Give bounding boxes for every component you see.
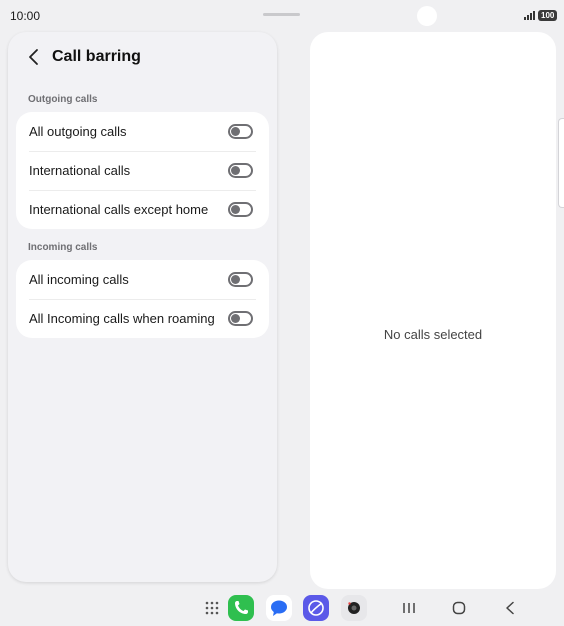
section-label-outgoing: Outgoing calls [28,94,98,105]
back-arrow-icon[interactable] [26,48,42,66]
list-item-international[interactable]: International calls [16,151,269,190]
toggle-switch[interactable] [228,272,253,287]
status-time: 10:00 [10,9,41,23]
apps-grid-icon[interactable] [199,595,225,621]
home-icon[interactable] [446,595,472,621]
camera-app-icon[interactable] [341,595,367,621]
list-item-label: All Incoming calls when roaming [29,311,215,326]
back-icon[interactable] [497,595,523,621]
list-item-label: International calls [29,163,131,178]
toggle-knob [231,166,240,175]
toggle-switch[interactable] [228,124,253,139]
empty-state-message: No calls selected [383,327,483,342]
signal-icon [524,11,535,20]
page-title: Call barring [52,48,141,65]
list-item-label: International calls except home [29,202,209,217]
messages-app-icon[interactable] [266,595,292,621]
list-item-all-incoming[interactable]: All incoming calls [16,260,269,299]
list-item-label: All outgoing calls [29,124,127,139]
taskbar [0,592,564,624]
header: Call barring [8,32,277,82]
toggle-knob [231,275,240,284]
toggle-knob [231,127,240,136]
browser-app-icon[interactable] [303,595,329,621]
status-bar: 10:00 100 [0,0,564,30]
detail-panel: No calls selected [310,32,556,589]
toggle-knob [231,314,240,323]
list-item-international-except-home[interactable]: International calls except home [16,190,269,229]
list-item-label: All incoming calls [29,272,129,287]
toggle-switch[interactable] [228,202,253,217]
recent-apps-icon[interactable] [396,595,422,621]
toggle-knob [231,205,240,214]
toggle-switch[interactable] [228,163,253,178]
edge-panel-handle[interactable] [558,118,564,208]
list-item-incoming-roaming[interactable]: All Incoming calls when roaming [16,299,269,338]
toggle-switch[interactable] [228,311,253,326]
top-drag-handle[interactable] [263,13,300,16]
phone-app-icon[interactable] [228,595,254,621]
outgoing-calls-card: All outgoing calls International calls I… [16,112,269,229]
section-label-incoming: Incoming calls [28,242,98,253]
battery-icon: 100 [538,10,558,21]
list-item-all-outgoing[interactable]: All outgoing calls [16,112,269,151]
incoming-calls-card: All incoming calls All Incoming calls wh… [16,260,269,338]
call-barring-panel: Call barring Outgoing calls All outgoing… [8,32,277,582]
front-camera-cutout [417,6,437,26]
